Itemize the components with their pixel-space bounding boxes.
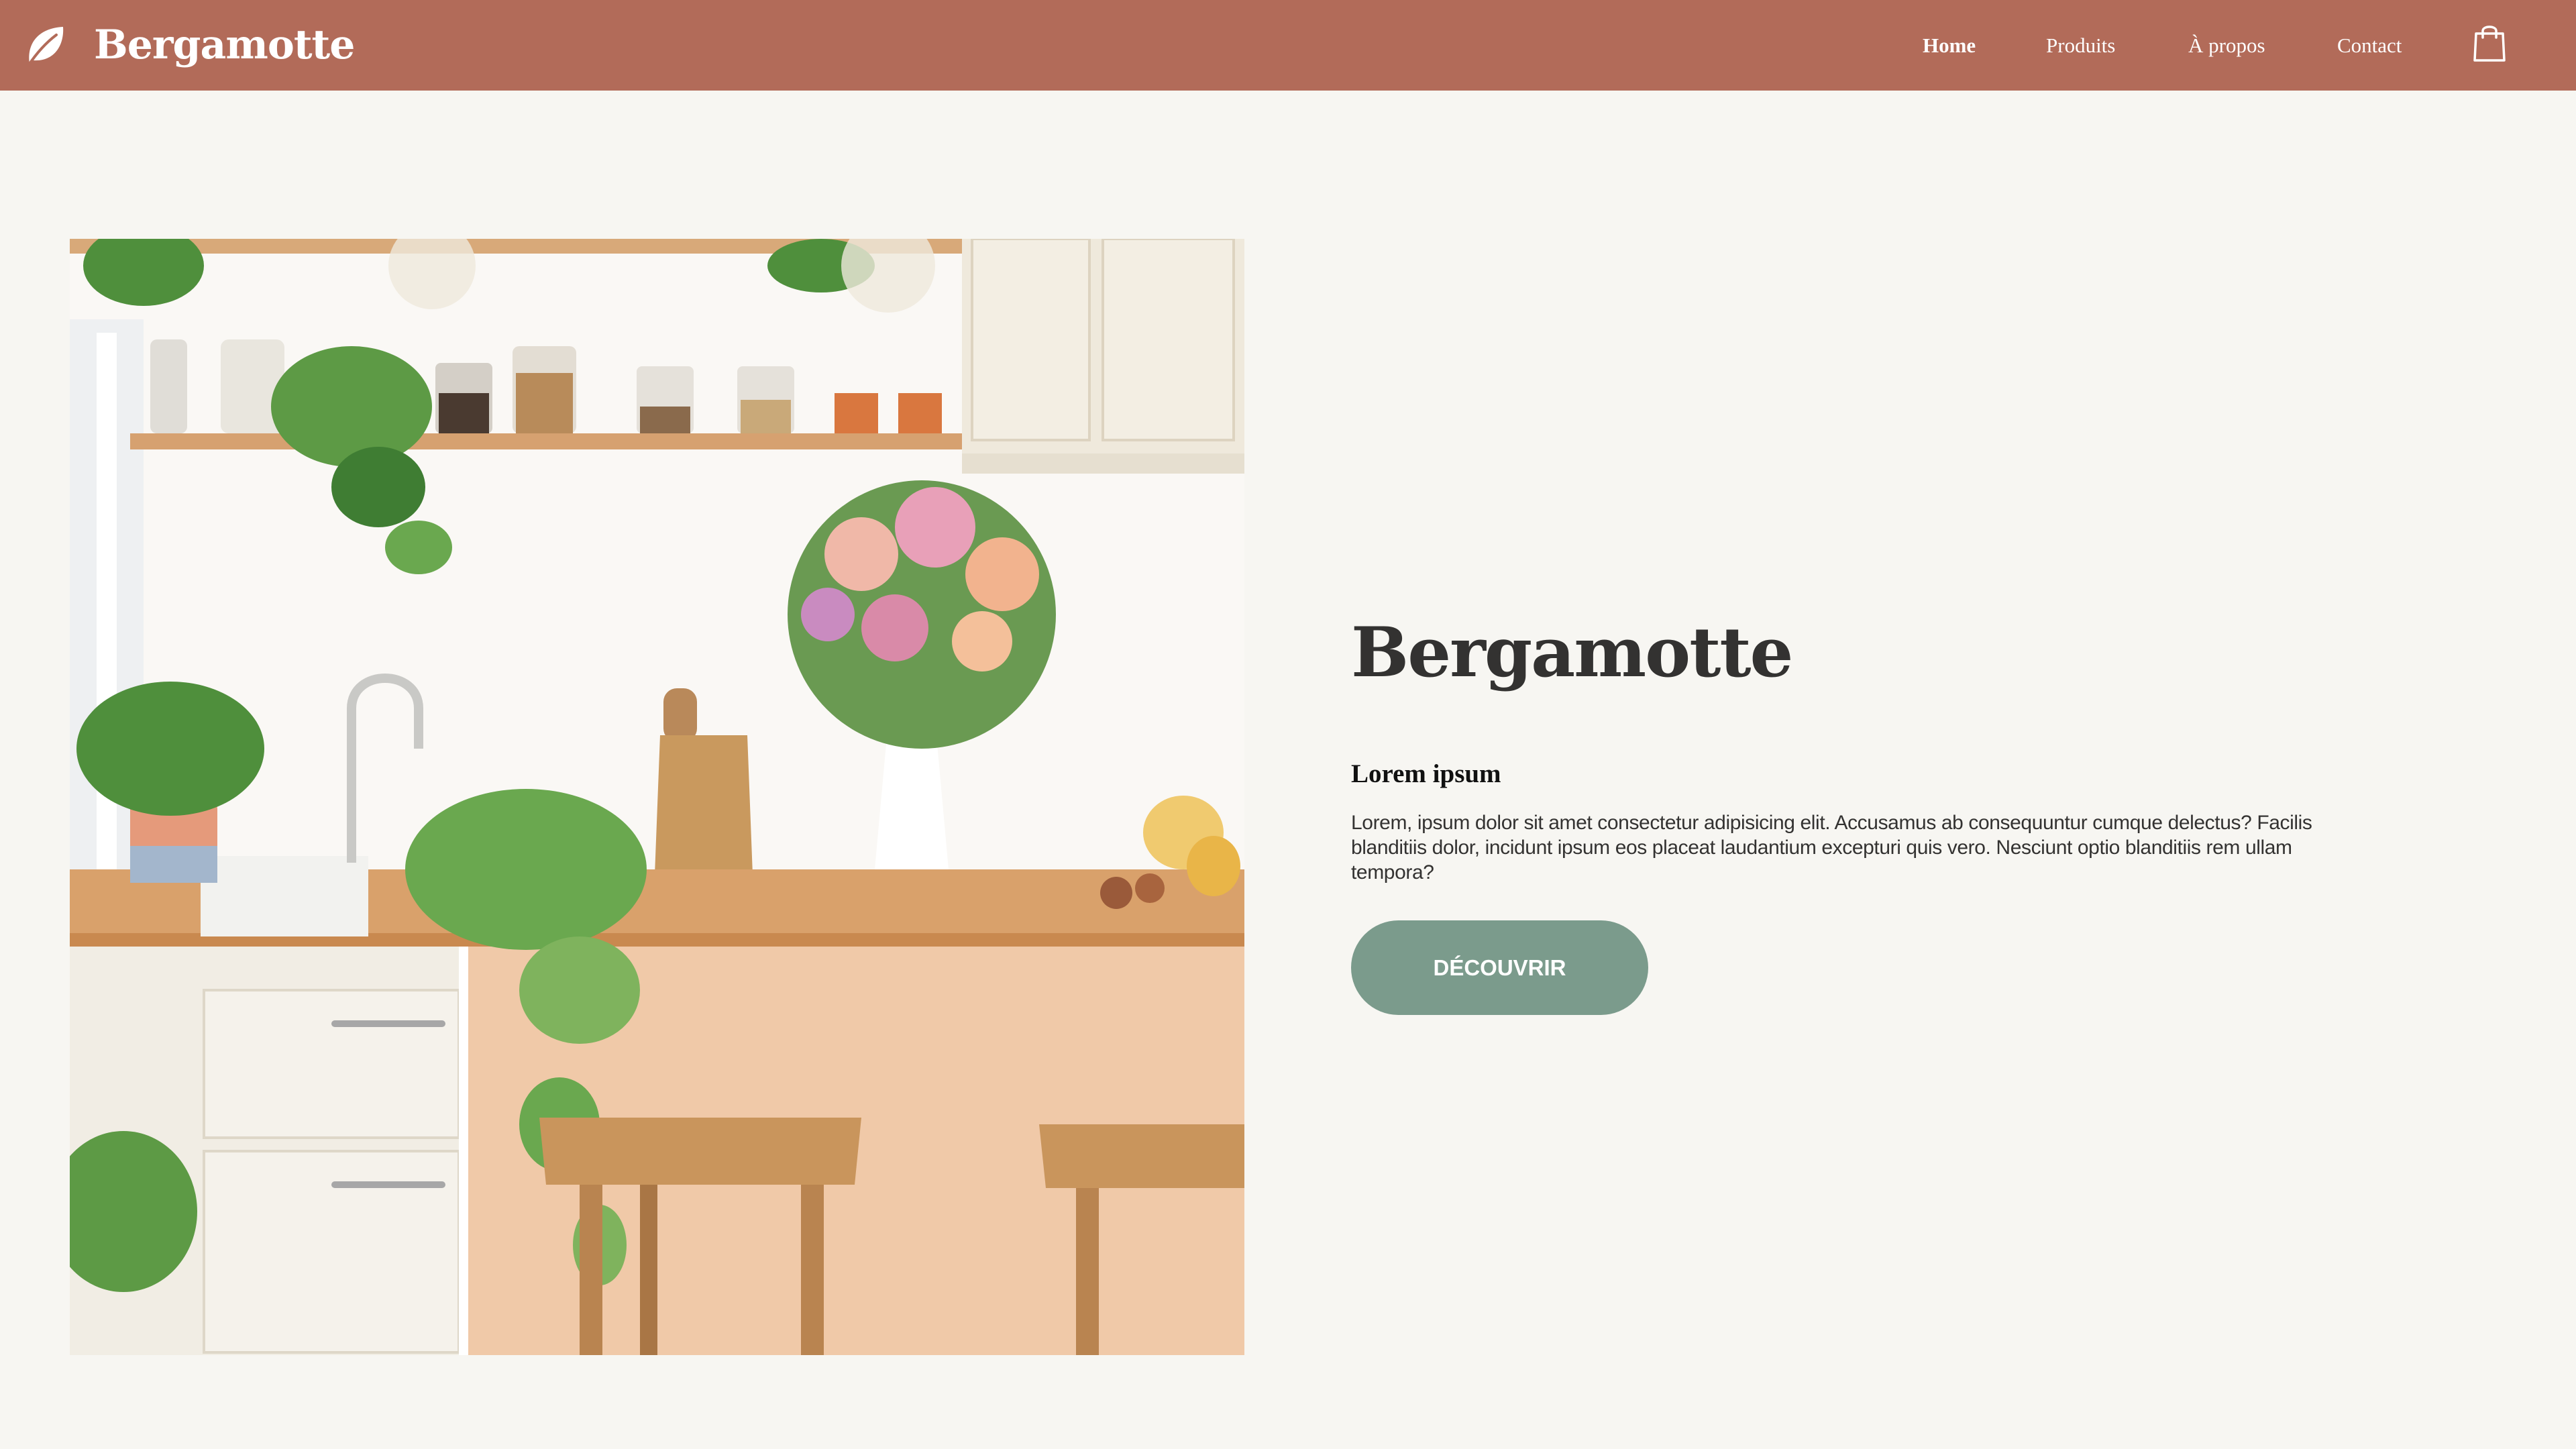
hero-description: Lorem, ipsum dolor sit amet consectetur … [1351,812,2312,883]
nav-contact[interactable]: Contact [2337,30,2402,60]
nav-a-propos[interactable]: À propos [2188,30,2265,60]
hero-image [70,239,1244,1355]
leaf-icon[interactable] [25,24,66,67]
site-header: Bergamotte Home Produits À propos Contac… [0,0,2576,91]
brand-name[interactable]: Bergamotte [94,15,355,75]
hero-subtitle: Lorem ipsum [1351,759,1501,788]
decouvrir-button[interactable]: DÉCOUVRIR [1351,920,1648,1015]
nav-produits[interactable]: Produits [2046,30,2115,60]
nav-home[interactable]: Home [1923,30,1976,60]
hero-title: Bergamotte [1351,612,1793,693]
shopping-bag-icon[interactable] [2473,23,2506,63]
